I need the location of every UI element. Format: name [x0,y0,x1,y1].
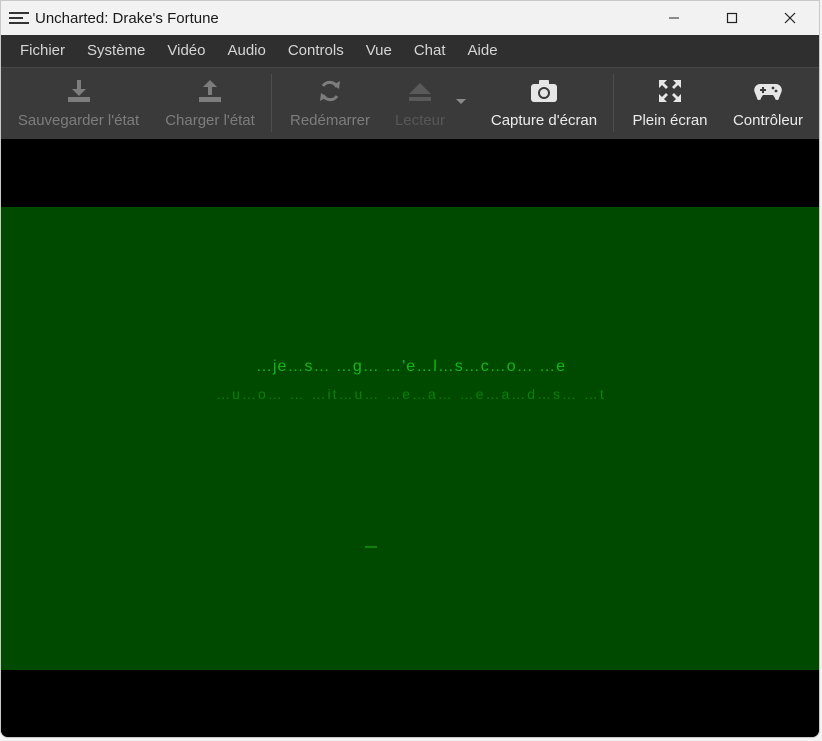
fullscreen-label: Plein écran [632,112,708,129]
emulator-window: Uncharted: Drake's Fortune Fichier Systè… [0,0,820,738]
maximize-button[interactable] [703,1,761,35]
upload-icon [199,80,221,102]
save-state-button[interactable]: Sauvegarder l'état [17,68,140,138]
game-viewport[interactable]: …je…s… …g… …'e…l…s…c…o… …e …u…o… … …it…u… [1,139,819,737]
toolbar-separator [271,74,272,132]
screenshot-label: Capture d'écran [490,112,598,129]
window-controls [645,1,819,35]
camera-icon [531,80,557,102]
fullscreen-button[interactable]: Plein écran [631,68,709,138]
game-text-line-1: …je…s… …g… …'e…l…s…c…o… …e [256,358,566,375]
toolbar: Sauvegarder l'état Charger l'état Redéma… [1,67,819,139]
minimize-button[interactable] [645,1,703,35]
drive-button[interactable]: Lecteur [394,68,446,138]
save-state-label: Sauvegarder l'état [17,112,140,129]
gamepad-icon [754,84,782,100]
restart-label: Redémarrer [289,112,371,129]
maximize-icon [726,12,738,24]
restart-button[interactable]: Redémarrer [290,68,370,138]
menu-aide[interactable]: Aide [457,35,509,67]
controller-button[interactable]: Contrôleur [731,68,805,138]
menu-video[interactable]: Vidéo [156,35,216,67]
controller-label: Contrôleur [732,112,804,129]
menu-bar: Fichier Système Vidéo Audio Controls Vue… [1,35,819,67]
download-icon [67,80,90,102]
screenshot-button[interactable]: Capture d'écran [490,68,598,138]
toolbar-separator [613,74,614,132]
menu-fichier[interactable]: Fichier [9,35,76,67]
drive-dropdown-caret[interactable] [456,99,466,104]
minimize-icon [669,17,679,19]
menu-systeme[interactable]: Système [76,35,156,67]
close-icon [784,12,796,24]
app-icon [9,12,29,24]
refresh-icon [320,80,340,102]
title-bar[interactable]: Uncharted: Drake's Fortune [1,1,819,35]
menu-audio[interactable]: Audio [216,35,276,67]
game-text-line-2: …u…o… … …it…u… …e…a… …e…a…d…s… …t [216,386,606,402]
close-button[interactable] [761,1,819,35]
window-title: Uncharted: Drake's Fortune [35,9,219,27]
menu-vue[interactable]: Vue [355,35,403,67]
drive-label: Lecteur [394,112,446,129]
game-screen[interactable]: …je…s… …g… …'e…l…s…c…o… …e …u…o… … …it…u… [1,207,819,670]
game-cursor-mark [365,546,377,548]
menu-controls[interactable]: Controls [277,35,355,67]
menu-chat[interactable]: Chat [403,35,457,67]
eject-icon [409,83,431,101]
load-state-button[interactable]: Charger l'état [164,68,256,138]
load-state-label: Charger l'état [165,112,255,129]
expand-icon [659,80,681,102]
